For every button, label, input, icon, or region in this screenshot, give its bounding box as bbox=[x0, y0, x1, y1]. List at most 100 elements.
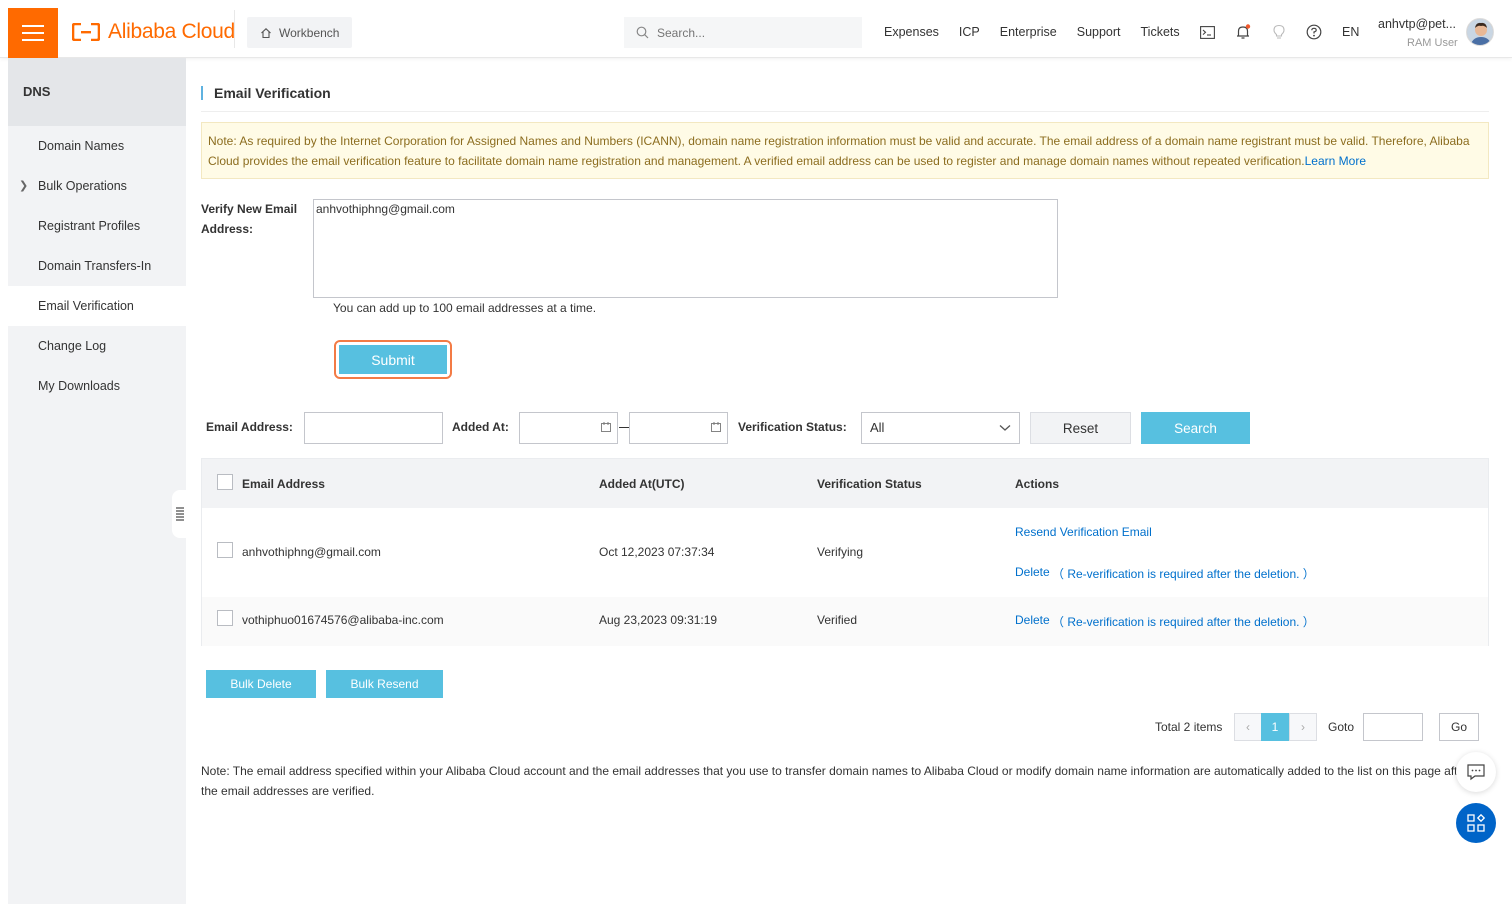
end-date-picker[interactable] bbox=[629, 412, 728, 444]
home-icon bbox=[261, 27, 271, 38]
workbench-button[interactable]: Workbench bbox=[247, 17, 353, 48]
workbench-label: Workbench bbox=[279, 25, 340, 40]
date-range-dash bbox=[619, 427, 629, 428]
icp-link[interactable]: ICP bbox=[959, 25, 980, 39]
email-table: Email Address Added At(UTC) Verification… bbox=[201, 458, 1489, 646]
notice-text: Note: As required by the Internet Corpor… bbox=[208, 134, 1470, 168]
global-search[interactable] bbox=[624, 17, 862, 48]
alibaba-cloud-logo[interactable]: Alibaba Cloud bbox=[72, 20, 235, 44]
main-content: Email Verification Note: As required by … bbox=[186, 58, 1504, 904]
row-added: Oct 12,2023 07:37:34 bbox=[599, 545, 715, 559]
delete-note: （ Re-verification is required after the … bbox=[1052, 615, 1315, 629]
header-links: Expenses ICP Enterprise Support Tickets bbox=[884, 25, 1180, 39]
resend-verification-link[interactable]: Resend Verification Email bbox=[1015, 525, 1152, 539]
bulk-delete-button[interactable]: Bulk Delete bbox=[206, 670, 316, 698]
sidebar-item-registrant-profiles[interactable]: Registrant Profiles bbox=[8, 206, 186, 246]
sidebar-item-label: Bulk Operations bbox=[38, 179, 127, 193]
apps-grid-icon bbox=[1467, 814, 1485, 832]
bulk-resend-button[interactable]: Bulk Resend bbox=[326, 670, 443, 698]
sidebar: DNS Domain Names ❯ Bulk Operations Regist… bbox=[8, 58, 186, 904]
email-filter-input[interactable] bbox=[304, 412, 443, 444]
goto-label: Goto bbox=[1328, 720, 1355, 734]
page-1-button[interactable]: 1 bbox=[1261, 713, 1289, 741]
title-divider bbox=[201, 111, 1489, 112]
col-email: Email Address bbox=[242, 477, 325, 491]
row-status: Verifying bbox=[817, 545, 864, 559]
col-added: Added At(UTC) bbox=[599, 477, 685, 491]
row-email: vothiphuo01674576@alibaba-inc.com bbox=[242, 613, 444, 627]
email-limit-hint: You can add up to 100 email addresses at… bbox=[333, 301, 597, 315]
submit-button[interactable]: Submit bbox=[339, 345, 447, 374]
brand-name: Alibaba Cloud bbox=[108, 20, 235, 43]
reset-button[interactable]: Reset bbox=[1030, 412, 1131, 444]
start-date-picker[interactable] bbox=[519, 412, 618, 444]
terminal-icon[interactable] bbox=[1199, 24, 1215, 40]
verification-status-select[interactable]: All bbox=[861, 412, 1020, 444]
support-link[interactable]: Support bbox=[1077, 25, 1121, 39]
chevron-down-icon bbox=[999, 425, 1011, 431]
select-all-checkbox[interactable] bbox=[217, 474, 233, 490]
search-button[interactable]: Search bbox=[1141, 412, 1250, 444]
user-name[interactable]: anhvtp@pet... bbox=[1378, 17, 1456, 31]
footnote: Note: The email address specified within… bbox=[201, 764, 1469, 798]
alibaba-cloud-logo-icon bbox=[72, 23, 100, 41]
delete-note: （ Re-verification is required after the … bbox=[1052, 567, 1315, 581]
go-button[interactable]: Go bbox=[1439, 713, 1479, 741]
sidebar-item-my-downloads[interactable]: My Downloads bbox=[8, 366, 186, 406]
feedback-button[interactable] bbox=[1456, 752, 1496, 792]
page-title: Email Verification bbox=[201, 86, 331, 100]
sidebar-item-label: Email Verification bbox=[38, 299, 134, 313]
row-checkbox[interactable] bbox=[217, 542, 233, 558]
enterprise-link[interactable]: Enterprise bbox=[1000, 25, 1057, 39]
verify-email-label: Verify New Email Address: bbox=[201, 202, 298, 236]
sidebar-item-bulk-operations[interactable]: ❯ Bulk Operations bbox=[8, 166, 186, 206]
filter-bar: Email Address: Added At: Verification St… bbox=[206, 412, 1306, 444]
header-divider bbox=[234, 10, 235, 48]
chevron-right-icon: ❯ bbox=[19, 180, 29, 192]
sidebar-item-domain-transfers-in[interactable]: Domain Transfers-In bbox=[8, 246, 186, 286]
next-page-button[interactable]: › bbox=[1289, 713, 1317, 741]
sidebar-item-domain-names[interactable]: Domain Names bbox=[8, 126, 186, 166]
email-filter-label: Email Address: bbox=[206, 420, 293, 434]
sidebar-item-label: Change Log bbox=[38, 339, 107, 353]
language-switch[interactable]: EN bbox=[1342, 25, 1359, 39]
top-navigation-bar: Alibaba Cloud Workbench Expenses ICP Ent… bbox=[0, 0, 1512, 58]
sidebar-item-label: My Downloads bbox=[38, 379, 120, 393]
verification-status-label: Verification Status: bbox=[738, 420, 847, 434]
expenses-link[interactable]: Expenses bbox=[884, 25, 939, 39]
learn-more-link[interactable]: Learn More bbox=[1305, 154, 1366, 168]
help-icon[interactable] bbox=[1306, 24, 1322, 40]
table-row: vothiphuo01674576@alibaba-inc.com Aug 23… bbox=[202, 597, 1488, 646]
search-icon bbox=[636, 26, 649, 39]
notification-bell-icon[interactable] bbox=[1235, 24, 1251, 40]
sidebar-item-email-verification[interactable]: Email Verification bbox=[8, 286, 186, 326]
menu-icon[interactable] bbox=[8, 8, 58, 58]
row-email: anhvothiphng@gmail.com bbox=[242, 545, 381, 559]
tickets-link[interactable]: Tickets bbox=[1141, 25, 1180, 39]
calendar-icon bbox=[711, 422, 721, 432]
lightbulb-icon[interactable] bbox=[1271, 24, 1287, 40]
delete-link[interactable]: Delete bbox=[1015, 613, 1050, 627]
avatar[interactable] bbox=[1466, 18, 1494, 46]
col-status: Verification Status bbox=[817, 477, 922, 491]
global-search-input[interactable] bbox=[657, 25, 847, 40]
selected-status: All bbox=[870, 420, 885, 435]
delete-link[interactable]: Delete bbox=[1015, 565, 1050, 579]
sidebar-item-label: Domain Transfers-In bbox=[38, 259, 152, 273]
sidebar-item-change-log[interactable]: Change Log bbox=[8, 326, 186, 366]
icann-notice: Note: As required by the Internet Corpor… bbox=[201, 122, 1489, 179]
col-actions: Actions bbox=[1015, 477, 1060, 491]
table-header: Email Address Added At(UTC) Verification… bbox=[202, 459, 1488, 508]
verify-email-textarea[interactable] bbox=[313, 199, 1058, 298]
row-status: Verified bbox=[817, 613, 858, 627]
sidebar-item-label: Registrant Profiles bbox=[38, 219, 141, 233]
sidebar-item-label: Domain Names bbox=[38, 139, 125, 153]
prev-page-button[interactable]: ‹ bbox=[1234, 713, 1262, 741]
goto-page-input[interactable] bbox=[1363, 713, 1423, 741]
chat-icon bbox=[1467, 764, 1485, 781]
apps-button[interactable] bbox=[1456, 803, 1496, 843]
sidebar-title: DNS bbox=[8, 58, 186, 126]
row-checkbox[interactable] bbox=[217, 610, 233, 626]
added-at-label: Added At: bbox=[452, 420, 509, 434]
pager-total: Total 2 items bbox=[1155, 720, 1223, 734]
